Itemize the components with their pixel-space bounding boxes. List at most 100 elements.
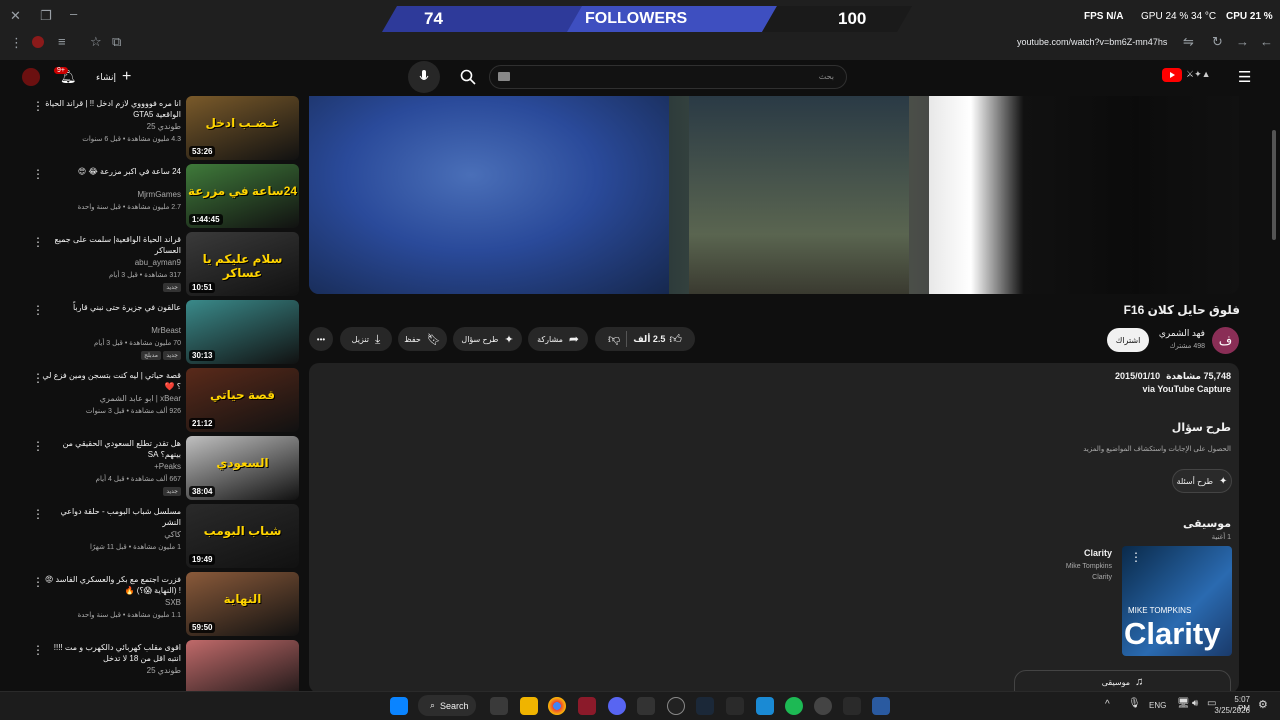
recommendation-channel[interactable]: Peaks+ bbox=[41, 462, 181, 471]
album-art[interactable]: MIKE TOMPKINS Clarity ⋮ bbox=[1122, 546, 1232, 656]
url-bar[interactable]: youtube.com/watch?v=bm6Z-mn47hs bbox=[1017, 37, 1167, 47]
profile-icon[interactable] bbox=[32, 36, 44, 48]
recommendation-thumbnail[interactable]: السعودي 38:04 bbox=[186, 436, 299, 500]
save-button[interactable]: 🔖︎ حفظ bbox=[398, 327, 447, 351]
recommendation-item[interactable]: ⋮ قراند الحياة الواقعية| سلمت على جميع ال… bbox=[0, 232, 305, 298]
channel-avatar[interactable]: ف bbox=[1212, 327, 1239, 354]
recommendation-title[interactable]: عالقون في جزيرة حتى نبني قارباً bbox=[41, 302, 181, 313]
clock-date[interactable]: 3/25/2026 bbox=[1212, 706, 1250, 715]
tray-mic-icon[interactable]: 🎙︎ bbox=[1128, 698, 1141, 709]
steam-icon[interactable] bbox=[696, 697, 714, 715]
like-button[interactable]: 👍︎ 2.5 ألف bbox=[633, 332, 682, 347]
video-frame-right bbox=[929, 96, 1139, 294]
recommendation-meta: 1.1 مليون مشاهدة • قبل سنة واحدة bbox=[77, 612, 181, 619]
recommendation-channel[interactable]: طوندي 25 bbox=[41, 122, 181, 131]
task-view-icon[interactable] bbox=[490, 697, 508, 715]
recommendation-item[interactable]: ⋮ هل تقدر تطلع السعودي الحقيقي من بينهم؟ … bbox=[0, 436, 305, 502]
ask-button[interactable]: ✦ طرح سؤال bbox=[453, 327, 522, 351]
app-circle-icon[interactable] bbox=[667, 697, 685, 715]
network-icon[interactable]: 🖥︎ bbox=[1177, 698, 1190, 709]
restore-icon[interactable]: ❐ bbox=[40, 8, 52, 24]
ask-questions-button[interactable]: ✦ طرح أسئلة bbox=[1172, 469, 1232, 493]
minimize-icon[interactable]: – bbox=[70, 6, 77, 21]
recommendation-title[interactable]: فزرت اجتمع مع بكر والعسكري الفاسد 😡 ! (ا… bbox=[41, 574, 181, 596]
spotify-icon[interactable] bbox=[785, 697, 803, 715]
thumbs-down-icon[interactable]: 👎︎ bbox=[608, 332, 620, 347]
file-explorer-icon[interactable] bbox=[520, 697, 538, 715]
taskbar-search[interactable]: ⌕ Search bbox=[418, 695, 476, 716]
share-page-icon[interactable]: ⧉ bbox=[112, 34, 121, 50]
site-settings-icon[interactable]: ⇋ bbox=[1183, 34, 1194, 50]
recommendation-thumbnail[interactable]: قصة حياتي 21:12 bbox=[186, 368, 299, 432]
reload-icon[interactable]: ↻ bbox=[1212, 34, 1223, 50]
recommendation-item[interactable]: ⋮ انا مره فووووي لازم ادخل !! | قراند الح… bbox=[0, 96, 305, 162]
recommendation-thumbnail[interactable]: 30:13 bbox=[186, 300, 299, 364]
windows-start-icon[interactable] bbox=[390, 697, 408, 715]
recommendation-thumbnail[interactable]: غـضـب ادخل 53:26 bbox=[186, 96, 299, 160]
recommendation-meta: 926 ألف مشاهدة • قبل 3 سنوات bbox=[85, 408, 181, 415]
search-button[interactable] bbox=[452, 61, 484, 93]
avatar[interactable] bbox=[22, 68, 40, 86]
recommendation-title[interactable]: قصة حياتي | ليه كنت بتسجن ومين فزع لي ؟ … bbox=[41, 370, 181, 392]
recommendation-channel[interactable]: MrBeast bbox=[41, 326, 181, 335]
recommendation-channel[interactable]: كاكي bbox=[41, 530, 181, 539]
app-a-icon[interactable] bbox=[578, 697, 596, 715]
chrome-icon[interactable] bbox=[548, 697, 566, 715]
album-more-icon[interactable]: ⋮ bbox=[1130, 550, 1142, 564]
page-scrollbar[interactable] bbox=[1272, 130, 1276, 240]
discord-icon[interactable] bbox=[608, 697, 626, 715]
keyboard-icon[interactable] bbox=[498, 72, 510, 81]
epic-games-icon[interactable] bbox=[726, 697, 744, 715]
song-title[interactable]: Clarity bbox=[1084, 548, 1112, 558]
notifications-icon[interactable]: ⚙︎ bbox=[1258, 698, 1268, 711]
forward-icon[interactable]: → bbox=[1236, 34, 1249, 49]
tray-chevron-icon[interactable]: ^ bbox=[1105, 699, 1110, 710]
recommendation-channel[interactable]: طوندي 25 bbox=[41, 666, 181, 675]
bookmark-star-icon[interactable]: ☆ bbox=[90, 34, 102, 50]
back-icon[interactable]: ← bbox=[1260, 34, 1273, 49]
download-button[interactable]: ⤓ تنزيل bbox=[340, 327, 392, 351]
recommendation-item[interactable]: ⋮ فزرت اجتمع مع بكر والعسكري الفاسد 😡 ! (… bbox=[0, 572, 305, 638]
close-icon[interactable]: ✕ bbox=[10, 8, 21, 24]
voice-search-button[interactable] bbox=[408, 61, 440, 93]
create-button[interactable]: إنشاء + bbox=[96, 67, 131, 87]
recommendation-title[interactable]: انا مره فووووي لازم ادخل !! | قراند الحي… bbox=[41, 98, 181, 120]
recommendation-item[interactable]: ⋮ 24 ساعة في اكبر مزرعة 😂 😍 MjrmGames 2.7 م… bbox=[0, 164, 305, 230]
more-actions-button[interactable]: ••• bbox=[309, 327, 333, 351]
recommendation-channel[interactable]: abu_ayman9 bbox=[41, 258, 181, 267]
recommendation-item[interactable]: ⋮ اقوى مقلب كهربائي دالكهرب و مت !!!! انت… bbox=[0, 640, 305, 691]
video-player[interactable] bbox=[309, 96, 1239, 294]
subscribe-button[interactable]: اشتراك bbox=[1107, 328, 1149, 352]
recommendation-item[interactable]: ⋮ مسلسل شباب البومب - حلقة دواعي النشر كاك… bbox=[0, 504, 305, 570]
search-input[interactable]: بحث bbox=[489, 65, 847, 89]
app-f-icon[interactable] bbox=[756, 697, 774, 715]
reading-list-icon[interactable]: ≡ bbox=[58, 34, 66, 49]
recommendation-channel[interactable]: MjrmGames bbox=[41, 190, 181, 199]
menu-dots-icon[interactable]: ⋮ bbox=[10, 35, 23, 51]
description-panel[interactable]: 75,748 مشاهدة 2015/01/10 via YouTube Cap… bbox=[309, 363, 1239, 694]
recommendation-item[interactable]: ⋮ قصة حياتي | ليه كنت بتسجن ومين فزع لي ؟… bbox=[0, 368, 305, 434]
recommendation-title[interactable]: اقوى مقلب كهربائي دالكهرب و مت !!!! انتب… bbox=[41, 642, 181, 664]
recommendation-channel[interactable]: xBear | ابو عابد الشمري bbox=[41, 394, 181, 403]
obs-icon[interactable] bbox=[637, 697, 655, 715]
recommendation-title[interactable]: 24 ساعة في اكبر مزرعة 😂 😍 bbox=[41, 166, 181, 177]
share-button[interactable]: ➦ مشاركة bbox=[528, 327, 588, 351]
app-record-icon[interactable] bbox=[814, 697, 832, 715]
recommendation-thumbnail[interactable] bbox=[186, 640, 299, 691]
recommendation-thumbnail[interactable]: النهاية 59:50 bbox=[186, 572, 299, 636]
hamburger-menu-icon[interactable]: ☰ bbox=[1238, 68, 1251, 86]
recommendation-title[interactable]: قراند الحياة الواقعية| سلمت على جميع الع… bbox=[41, 234, 181, 256]
language-indicator[interactable]: ENG bbox=[1149, 701, 1166, 710]
recommendation-channel[interactable]: SXB bbox=[41, 598, 181, 607]
app-shield-icon[interactable] bbox=[872, 697, 890, 715]
windows-taskbar: ⌕ Search ^ 🎙︎ ENG 🖥︎ 🔊︎ ▭ 5:07 PM 3/25/2… bbox=[0, 691, 1280, 720]
recommendation-thumbnail[interactable]: 24ساعة في مزرعة 1:44:45 bbox=[186, 164, 299, 228]
recommendation-thumbnail[interactable]: سلام عليكم يا عساكر 10:51 bbox=[186, 232, 299, 296]
volume-icon[interactable]: 🔊︎ bbox=[1192, 698, 1198, 709]
recommendation-title[interactable]: مسلسل شباب البومب - حلقة دواعي النشر bbox=[41, 506, 182, 528]
recommendation-thumbnail[interactable]: شباب البومب 19:49 bbox=[186, 504, 299, 568]
recommendation-title[interactable]: هل تقدر تطلع السعودي الحقيقي من بينهم؟ S… bbox=[41, 438, 181, 460]
youtube-logo-icon[interactable] bbox=[1162, 68, 1182, 82]
recommendation-item[interactable]: ⋮ عالقون في جزيرة حتى نبني قارباً MrBeast 7… bbox=[0, 300, 305, 366]
app-m-icon[interactable] bbox=[843, 697, 861, 715]
